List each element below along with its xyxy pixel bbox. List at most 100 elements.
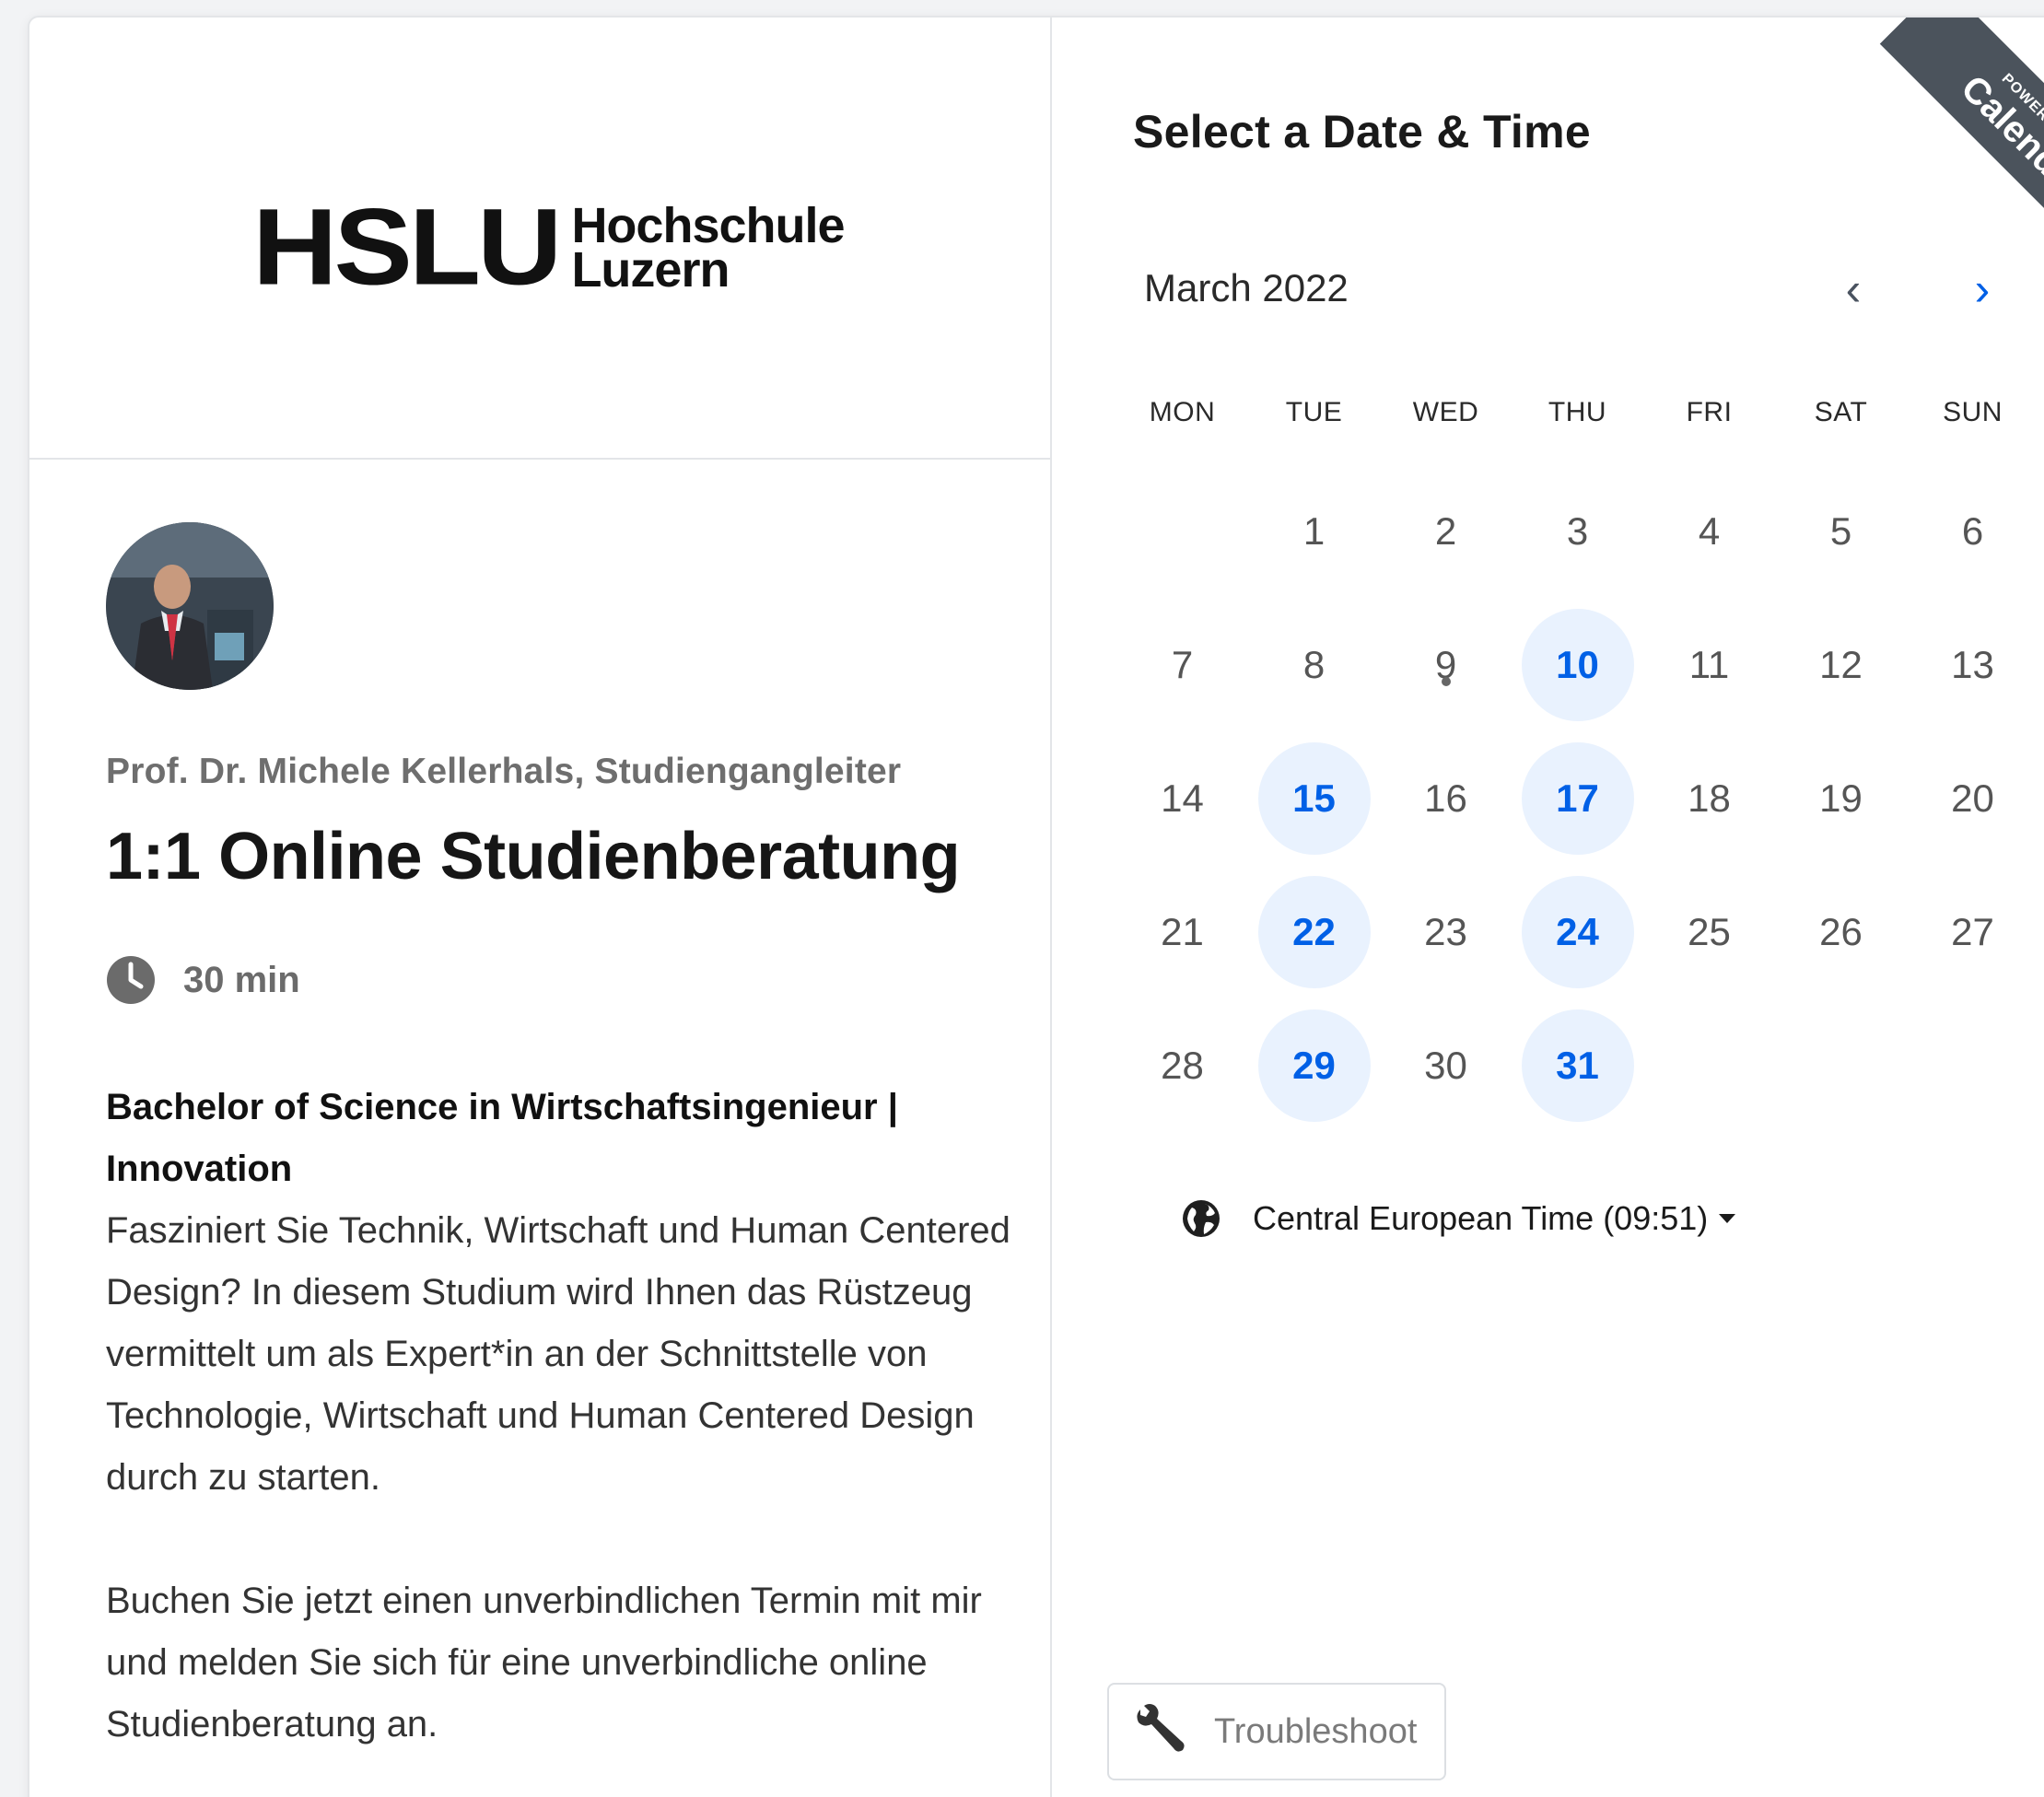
logo-area: HSLU Hochschule Luzern xyxy=(29,18,1050,460)
available-day[interactable]: 29 xyxy=(1248,998,1380,1132)
empty-day-cell xyxy=(1116,464,1248,598)
host-name: Prof. Dr. Michele Kellerhals, Studiengan… xyxy=(106,752,902,791)
weekday-label: TUE xyxy=(1285,397,1343,427)
unavailable-day: 5 xyxy=(1775,464,1907,598)
description-paragraph-1: Fasziniert Sie Technik, Wirtschaft und H… xyxy=(106,1210,1010,1498)
day-number: 7 xyxy=(1171,642,1194,686)
logo-mark: HSLU xyxy=(252,186,562,309)
unavailable-day: 4 xyxy=(1643,464,1775,598)
calendar-grid: 1 2 3 4 5 6 7 8 9 10 11 12 13 14 15 16 17 18 19 20 21 22 23 24 2… xyxy=(1116,464,2038,1132)
event-details-panel: HSLU Hochschule Luzern Prof. Dr. Michele… xyxy=(29,18,1052,1797)
unavailable-day: 27 xyxy=(1907,865,2038,998)
available-day[interactable]: 17 xyxy=(1512,731,1643,865)
ribbon-brand-text: Calendly xyxy=(1953,67,2044,205)
available-day[interactable]: 15 xyxy=(1248,731,1380,865)
unavailable-day: 3 xyxy=(1512,464,1643,598)
day-number: 8 xyxy=(1302,642,1326,686)
hslu-logo: HSLU Hochschule Luzern xyxy=(252,186,846,309)
month-label: March 2022 xyxy=(1144,266,1349,309)
weekday-label: FRI xyxy=(1686,397,1733,427)
weekday-label: MON xyxy=(1149,397,1216,427)
troubleshoot-label: Troubleshoot xyxy=(1214,1711,1418,1751)
day-number: 19 xyxy=(1819,776,1863,820)
chevron-right-icon: › xyxy=(1974,263,1991,315)
clock-icon xyxy=(107,956,155,1004)
unavailable-day: 14 xyxy=(1116,731,1248,865)
day-number: 23 xyxy=(1424,909,1467,953)
day-number[interactable]: 29 xyxy=(1257,1009,1371,1122)
unavailable-day: 12 xyxy=(1775,598,1907,731)
day-number: 16 xyxy=(1424,776,1467,820)
day-number: 5 xyxy=(1829,508,1852,553)
unavailable-day: 18 xyxy=(1643,731,1775,865)
unavailable-day: 25 xyxy=(1643,865,1775,998)
available-day[interactable]: 31 xyxy=(1512,998,1643,1132)
day-number: 21 xyxy=(1161,909,1204,953)
unavailable-day: 2 xyxy=(1380,464,1512,598)
day-number: 3 xyxy=(1566,508,1589,553)
day-number: 28 xyxy=(1161,1043,1204,1087)
day-number[interactable]: 15 xyxy=(1257,741,1371,855)
event-title: 1:1 Online Studienberatung xyxy=(106,820,961,893)
unavailable-day: 20 xyxy=(1907,731,2038,865)
day-number: 4 xyxy=(1698,508,1721,553)
day-number[interactable]: 22 xyxy=(1257,875,1371,988)
day-number: 18 xyxy=(1688,776,1731,820)
available-day[interactable]: 22 xyxy=(1248,865,1380,998)
day-number: 9 xyxy=(1434,642,1457,686)
today-indicator xyxy=(1441,677,1451,686)
description-heading: Bachelor of Science in Wirtschaftsingeni… xyxy=(106,1087,898,1189)
logo-words: Hochschule Luzern xyxy=(571,198,845,298)
unavailable-day: 19 xyxy=(1775,731,1907,865)
globe-icon xyxy=(1183,1200,1220,1237)
unavailable-day: 8 xyxy=(1248,598,1380,731)
timezone-label: Central European Time (09:51) xyxy=(1253,1199,1709,1237)
booking-card: HSLU Hochschule Luzern Prof. Dr. Michele… xyxy=(28,16,2044,1797)
host-avatar xyxy=(106,522,274,690)
weekday-label: SAT xyxy=(1814,397,1868,427)
unavailable-day: 1 xyxy=(1248,464,1380,598)
chevron-left-icon: ‹ xyxy=(1845,263,1862,315)
troubleshoot-button[interactable]: Troubleshoot xyxy=(1107,1683,1446,1780)
unavailable-day: 23 xyxy=(1380,865,1512,998)
wrench-icon xyxy=(1137,1704,1185,1752)
day-number: 26 xyxy=(1819,909,1863,953)
day-number[interactable]: 31 xyxy=(1521,1009,1634,1122)
weekday-header: MON TUE WED THU FRI SAT SUN xyxy=(1116,397,2038,428)
day-number: 30 xyxy=(1424,1043,1467,1087)
event-description: Bachelor of Science in Wirtschaftsingeni… xyxy=(106,1077,1018,1756)
day-number[interactable]: 17 xyxy=(1521,741,1634,855)
previous-month-button[interactable]: ‹ xyxy=(1821,257,1886,321)
calendly-ribbon[interactable]: POWERED BY Calendly xyxy=(1844,18,2044,257)
available-day[interactable]: 10 xyxy=(1512,598,1643,731)
day-number: 13 xyxy=(1951,642,1994,686)
day-number: 11 xyxy=(1688,642,1730,686)
unavailable-day: 13 xyxy=(1907,598,2038,731)
unavailable-day: 28 xyxy=(1116,998,1248,1132)
next-month-button[interactable]: › xyxy=(1950,257,2015,321)
section-title: Select a Date & Time xyxy=(1133,106,1591,158)
unavailable-day: 26 xyxy=(1775,865,1907,998)
unavailable-day: 30 xyxy=(1380,998,1512,1132)
duration-text: 30 min xyxy=(183,959,300,1000)
day-number: 12 xyxy=(1819,642,1863,686)
weekday-label: SUN xyxy=(1943,397,2003,427)
available-day[interactable]: 24 xyxy=(1512,865,1643,998)
date-time-panel: Select a Date & Time March 2022 ‹ › MON T… xyxy=(1052,18,2044,1797)
timezone-selector[interactable]: Central European Time (09:51) xyxy=(1181,1198,1736,1239)
logo-line-1: Hochschule xyxy=(571,198,845,253)
unavailable-day: 21 xyxy=(1116,865,1248,998)
unavailable-day: 16 xyxy=(1380,731,1512,865)
day-number[interactable]: 24 xyxy=(1521,875,1634,988)
caret-down-icon xyxy=(1719,1214,1736,1223)
day-number: 1 xyxy=(1302,508,1326,553)
day-number: 27 xyxy=(1951,909,1994,953)
weekday-label: WED xyxy=(1412,397,1479,427)
day-number: 14 xyxy=(1161,776,1204,820)
powered-by-ribbon[interactable]: POWERED BY Calendly xyxy=(1879,18,2044,257)
day-number[interactable]: 10 xyxy=(1521,608,1634,721)
host-photo xyxy=(106,522,274,690)
unavailable-day: 11 xyxy=(1643,598,1775,731)
day-number: 2 xyxy=(1434,508,1457,553)
logo-line-2: Luzern xyxy=(571,242,730,298)
